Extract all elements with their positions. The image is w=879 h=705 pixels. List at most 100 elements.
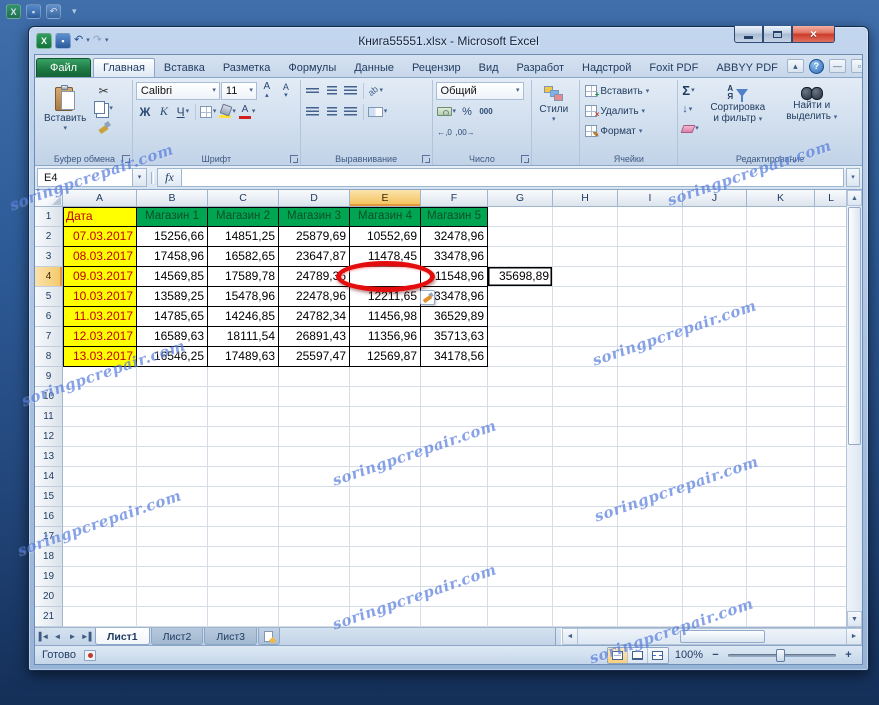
cell-G21[interactable] [488, 607, 553, 628]
cell-H13[interactable] [553, 447, 618, 468]
cell-J13[interactable] [683, 447, 747, 468]
cell-F3[interactable]: 33478,96 [421, 247, 488, 268]
cell-D16[interactable] [279, 507, 350, 528]
record-macro-icon[interactable] [83, 649, 96, 661]
cell-A18[interactable] [63, 547, 137, 568]
cell-E8[interactable]: 12569,87 [350, 347, 421, 368]
cell-F8[interactable]: 34178,56 [421, 347, 488, 368]
row-header-13[interactable]: 13 [35, 447, 63, 468]
sheet-tab-Лист1[interactable]: Лист1 [95, 628, 150, 646]
cell-D15[interactable] [279, 487, 350, 508]
cell-C5[interactable]: 15478,96 [208, 287, 279, 308]
cell-A16[interactable] [63, 507, 137, 528]
cell-C18[interactable] [208, 547, 279, 568]
cell-K11[interactable] [747, 407, 815, 428]
insert-cells-button[interactable]: + Вставить ▾ [583, 82, 651, 101]
align-left-button[interactable] [304, 103, 322, 121]
cell-F7[interactable]: 35713,63 [421, 327, 488, 348]
cell-E7[interactable]: 11356,96 [350, 327, 421, 348]
cell-J18[interactable] [683, 547, 747, 568]
cell-F21[interactable] [421, 607, 488, 628]
cell-K9[interactable] [747, 367, 815, 388]
borders-button[interactable]: ▾ [199, 103, 218, 121]
cell-A13[interactable] [63, 447, 137, 468]
cell-A10[interactable] [63, 387, 137, 408]
undo-button[interactable]: ↶ [74, 35, 83, 46]
help-icon[interactable]: ? [808, 58, 824, 74]
column-header-E[interactable]: E [350, 190, 421, 208]
cell-I6[interactable] [618, 307, 683, 328]
cell-I15[interactable] [618, 487, 683, 508]
cell-L2[interactable] [815, 227, 847, 248]
cell-K14[interactable] [747, 467, 815, 488]
row-header-2[interactable]: 2 [35, 227, 63, 248]
cell-K21[interactable] [747, 607, 815, 628]
cell-C4[interactable]: 17589,78 [208, 267, 279, 288]
row-header-18[interactable]: 18 [35, 547, 63, 568]
column-header-A[interactable]: A [63, 190, 137, 208]
cell-G2[interactable] [488, 227, 553, 248]
cell-B20[interactable] [137, 587, 208, 608]
cell-K20[interactable] [747, 587, 815, 608]
cell-D10[interactable] [279, 387, 350, 408]
cell-E6[interactable]: 11456,98 [350, 307, 421, 328]
last-sheet-button[interactable]: ►▌ [80, 628, 95, 645]
save-button[interactable]: ▪ [55, 32, 71, 49]
page-break-view-button[interactable] [647, 647, 668, 663]
cell-H2[interactable] [553, 227, 618, 248]
fill-button[interactable]: ↓ ▾ [681, 101, 700, 119]
cell-C12[interactable] [208, 427, 279, 448]
cell-A5[interactable]: 10.03.2017 [63, 287, 137, 308]
cell-G9[interactable] [488, 367, 553, 388]
orientation-button[interactable]: ab ▾ [366, 82, 385, 100]
cell-J21[interactable] [683, 607, 747, 628]
cell-A20[interactable] [63, 587, 137, 608]
cell-I21[interactable] [618, 607, 683, 628]
column-header-L[interactable]: L [815, 190, 847, 208]
tab-Формулы[interactable]: Формулы [279, 59, 345, 77]
fill-color-button[interactable]: ▾ [218, 103, 237, 121]
normal-view-button[interactable] [607, 647, 628, 663]
row-header-17[interactable]: 17 [35, 527, 63, 548]
tab-Вид[interactable]: Вид [470, 59, 508, 77]
scroll-left-icon[interactable]: ◄ [562, 628, 578, 646]
formula-input[interactable] [181, 168, 844, 188]
cell-B13[interactable] [137, 447, 208, 468]
collapse-ribbon-icon[interactable]: ▴ [786, 59, 804, 74]
cell-L5[interactable] [815, 287, 847, 308]
cell-A11[interactable] [63, 407, 137, 428]
cell-F20[interactable] [421, 587, 488, 608]
tab-Главная[interactable]: Главная [93, 57, 155, 77]
column-header-K[interactable]: K [747, 190, 815, 208]
cell-A12[interactable] [63, 427, 137, 448]
sheet-tab-Лист2[interactable]: Лист2 [150, 628, 204, 646]
cell-C15[interactable] [208, 487, 279, 508]
cell-B14[interactable] [137, 467, 208, 488]
shrink-font-button[interactable]: А ▾ [277, 82, 295, 100]
font-name-combo[interactable]: Calibri ▾ [135, 81, 220, 100]
cell-L4[interactable] [815, 267, 847, 288]
cell-F19[interactable] [421, 567, 488, 588]
cell-D14[interactable] [279, 467, 350, 488]
cell-H3[interactable] [553, 247, 618, 268]
tab-Данные[interactable]: Данные [345, 59, 403, 77]
cell-A1[interactable]: Дата [63, 207, 137, 228]
underline-button[interactable]: Ч ▾ [174, 103, 192, 121]
cell-I17[interactable] [618, 527, 683, 548]
cell-G14[interactable] [488, 467, 553, 488]
cell-I14[interactable] [618, 467, 683, 488]
font-size-combo[interactable]: 11 ▾ [220, 81, 257, 100]
cell-E12[interactable] [350, 427, 421, 448]
cell-A4[interactable]: 09.03.2017 [63, 267, 137, 288]
cell-E1[interactable]: Магазин 4 [350, 207, 421, 228]
cell-I2[interactable] [618, 227, 683, 248]
cell-I5[interactable] [618, 287, 683, 308]
cell-H8[interactable] [553, 347, 618, 368]
zoom-level[interactable]: 100% [675, 649, 703, 661]
cell-I16[interactable] [618, 507, 683, 528]
cell-L9[interactable] [815, 367, 847, 388]
tab-split-handle[interactable] [555, 628, 562, 646]
cell-E17[interactable] [350, 527, 421, 548]
cell-I13[interactable] [618, 447, 683, 468]
cell-H12[interactable] [553, 427, 618, 448]
